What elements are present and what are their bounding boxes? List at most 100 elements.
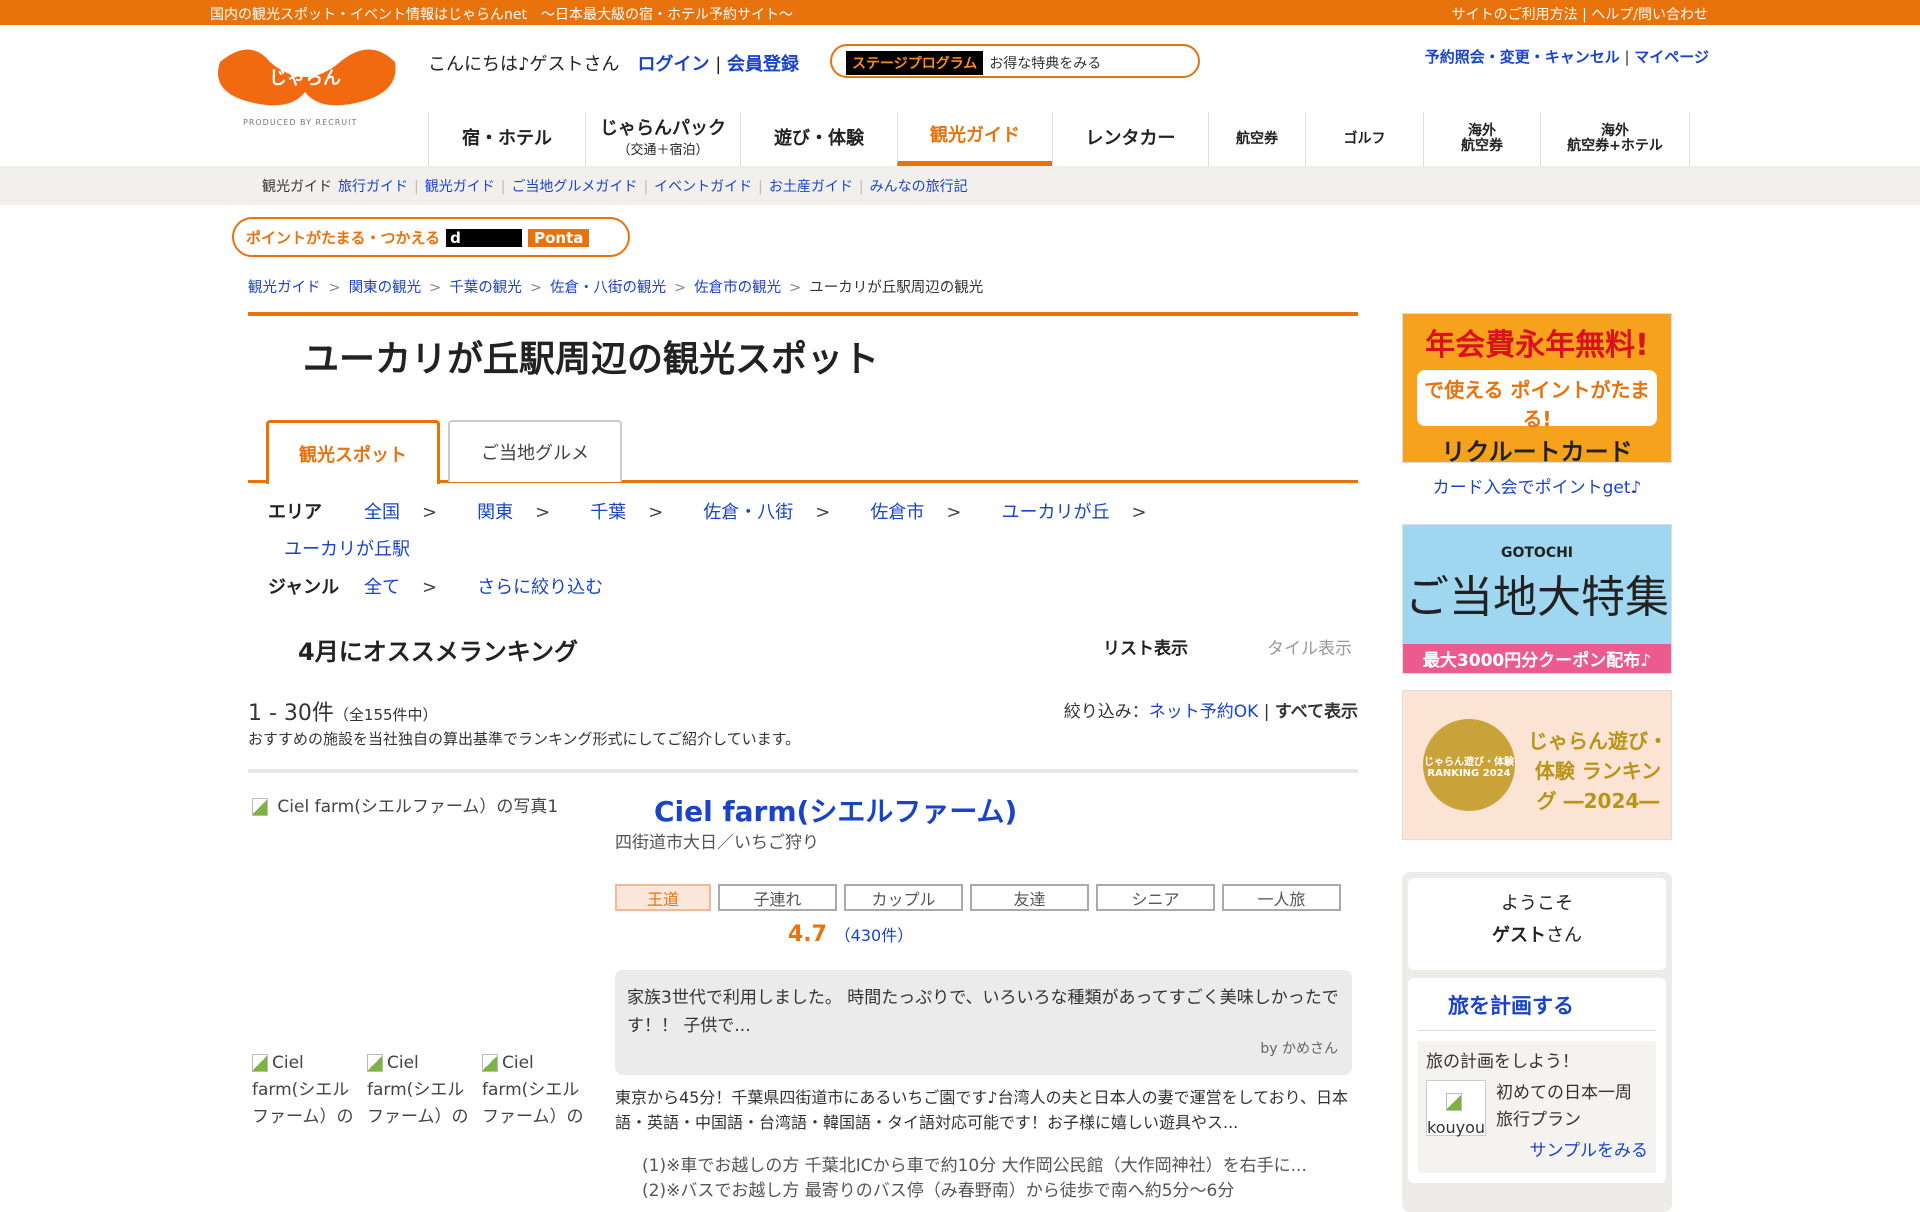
plan-item-link[interactable]: 初めての日本一周旅行プラン bbox=[1496, 1080, 1648, 1136]
subnav-current: 観光ガイド bbox=[262, 179, 332, 195]
thumbnail[interactable]: Ciel farm(シエルファーム）の bbox=[252, 1050, 362, 1131]
subnav-link[interactable]: 観光ガイド bbox=[425, 179, 495, 195]
breadcrumb-separator: > bbox=[673, 280, 687, 296]
area-link[interactable]: ユーカリが丘 bbox=[1001, 502, 1109, 523]
breadcrumb: 観光ガイド > 関東の観光 > 千葉の観光 > 佐倉・八街の観光 > 佐倉市の観光 > ユーカリが丘… bbox=[248, 276, 983, 297]
recruit-card-banner[interactable]: 年会費永年無料! で使える ポイントがたまる! リクルートカード bbox=[1402, 313, 1672, 463]
audience-tag[interactable]: カップル bbox=[844, 884, 963, 911]
broken-image-icon bbox=[367, 1054, 383, 1072]
area-link-station[interactable]: ユーカリが丘駅 bbox=[284, 539, 410, 560]
nav-label: 海外 航空券+ホテル bbox=[1567, 123, 1663, 154]
list-view-toggle[interactable]: リスト表示 bbox=[1103, 634, 1188, 659]
audience-tag[interactable]: 友達 bbox=[970, 884, 1089, 911]
tagline: 国内の観光スポット・イベント情報はじゃらんnet ～日本最大級の宿・ホテル予約サ… bbox=[210, 7, 793, 23]
subnav-link[interactable]: イベントガイド bbox=[654, 179, 752, 195]
breadcrumb-link[interactable]: 佐倉・八街の観光 bbox=[550, 280, 666, 296]
review-box: 家族3世代で利用しました。 時間たっぷりで、いろいろな種類があってすごく美味しか… bbox=[615, 970, 1352, 1075]
subnav-link[interactable]: ご当地グルメガイド bbox=[511, 179, 637, 195]
spot-title-link[interactable]: Ciel farm(シエルファーム) bbox=[654, 790, 1017, 830]
help-links[interactable]: サイトのご利用方法 | ヘルプ/問い合わせ bbox=[1452, 4, 1708, 24]
plan-image[interactable]: kouyou bbox=[1426, 1080, 1487, 1137]
breadcrumb-link[interactable]: 観光ガイド bbox=[248, 280, 321, 296]
b2-foot: 最大3000円分クーポン配布♪ bbox=[1403, 644, 1671, 673]
jalan-logo[interactable]: じゃらん bbox=[210, 42, 400, 112]
area-link[interactable]: 関東 bbox=[477, 502, 513, 523]
nav-label: ゴルフ bbox=[1343, 130, 1386, 147]
nav-label: レンタカー bbox=[1085, 127, 1176, 149]
filter-net-link[interactable]: ネット予約OK bbox=[1149, 702, 1259, 722]
broken-image-icon bbox=[1446, 1092, 1463, 1111]
nav-item[interactable]: 宿・ホテル bbox=[428, 112, 585, 166]
area-link[interactable]: 千葉 bbox=[590, 502, 626, 523]
broken-image-icon bbox=[252, 798, 268, 816]
audience-tag[interactable]: 一人旅 bbox=[1222, 884, 1341, 911]
genre-all-link[interactable]: 全て bbox=[364, 577, 400, 598]
stage-program-button[interactable]: ステージプログラム お得な特典をみる bbox=[830, 44, 1200, 78]
spot-location: 四街道市大日／いちご狩り bbox=[615, 833, 819, 853]
breadcrumb-link[interactable]: 佐倉市の観光 bbox=[694, 280, 781, 296]
card-link[interactable]: カード入会でポイントget♪ bbox=[1402, 473, 1672, 498]
b3-text: じゃらん遊び・体験 ランキング ―2024― bbox=[1528, 729, 1668, 813]
genre-filter: ジャンル 全て > さらに絞り込む bbox=[268, 573, 625, 599]
audience-tag[interactable]: 子連れ bbox=[718, 884, 837, 911]
tab-sightseeing[interactable]: 観光スポット bbox=[266, 420, 440, 484]
gotochi-banner[interactable]: GOTOCHI ご当地大特集 最大3000円分クーポン配布♪ bbox=[1402, 524, 1672, 674]
reservation-link[interactable]: 予約照会・変更・キャンセル bbox=[1425, 48, 1620, 66]
nav-item[interactable]: レンタカー bbox=[1052, 112, 1208, 166]
subnav-link[interactable]: 旅行ガイド bbox=[338, 179, 408, 195]
greeting-text: こんにちは♪ゲストさん bbox=[428, 54, 620, 75]
register-link[interactable]: 会員登録 bbox=[727, 54, 799, 75]
tab-local-gourmet[interactable]: ご当地グルメ bbox=[448, 420, 622, 482]
access-line: (2)※バスでお越し方 最寄りのバス停（み春野南）から徒歩で南へ約5分～6分 bbox=[642, 1181, 1235, 1201]
tile-view-toggle[interactable]: タイル表示 bbox=[1267, 634, 1352, 659]
tab-bar: 観光スポット ご当地グルメ bbox=[248, 420, 1358, 484]
audience-tag[interactable]: 王道 bbox=[615, 884, 711, 911]
photo-alt: Ciel farm(シエルファーム）の写真1 bbox=[277, 797, 559, 817]
plan-img-alt: kouyou bbox=[1427, 1118, 1486, 1137]
subnav-link[interactable]: みんなの旅行記 bbox=[870, 179, 968, 195]
points-banner[interactable]: ポイントがたまる・つかえる d Ponta bbox=[232, 217, 630, 257]
nav-item[interactable]: 海外 航空券+ホテル bbox=[1540, 112, 1690, 166]
mypage-link[interactable]: マイページ bbox=[1634, 48, 1709, 66]
main-photo[interactable]: Ciel farm(シエルファーム）の写真1 bbox=[252, 792, 558, 817]
area-link[interactable]: 佐倉・八街 bbox=[703, 502, 793, 523]
b1-head: 年会費永年無料! bbox=[1425, 328, 1649, 363]
spot-description: 東京から45分！千葉県四街道市にあるいちご園です♪台湾人の夫と日本人の妻で運営を… bbox=[615, 1088, 1348, 1132]
thumbnail[interactable]: Ciel farm(シエルファーム）の bbox=[367, 1050, 477, 1131]
plan-title[interactable]: 旅を計画する bbox=[1418, 988, 1656, 1031]
breadcrumb-link[interactable]: 関東の観光 bbox=[349, 280, 422, 296]
breadcrumb-link[interactable]: 千葉の観光 bbox=[449, 280, 522, 296]
nav-item[interactable]: 海外 航空券 bbox=[1423, 112, 1540, 166]
nav-item[interactable]: 観光ガイド bbox=[897, 112, 1052, 166]
access-info: (1)※車でお越しの方 千葉北ICから車で約10分 大作岡公民館（大作岡神社）を… bbox=[642, 1154, 1362, 1204]
review-count-link[interactable]: （430件） bbox=[835, 926, 914, 945]
genre-more-link[interactable]: さらに絞り込む bbox=[477, 577, 603, 598]
nav-label: 宿・ホテル bbox=[462, 127, 552, 149]
guest-name: ゲスト bbox=[1492, 925, 1546, 946]
breadcrumb-current: ユーカリが丘駅周辺の観光 bbox=[809, 280, 984, 296]
audience-tag[interactable]: シニア bbox=[1096, 884, 1215, 911]
welcome-box: ようこそ ゲストさん bbox=[1408, 878, 1666, 970]
nav-item[interactable]: ゴルフ bbox=[1305, 112, 1423, 166]
area-separator: > bbox=[946, 502, 962, 523]
svg-text:じゃらん: じゃらん bbox=[269, 68, 341, 89]
sample-link[interactable]: サンプルをみる bbox=[1426, 1138, 1649, 1165]
nav-item[interactable]: 航空券 bbox=[1208, 112, 1305, 166]
filter-all[interactable]: すべて表示 bbox=[1275, 702, 1358, 722]
breadcrumb-separator: > bbox=[529, 280, 542, 296]
login-link[interactable]: ログイン bbox=[638, 54, 710, 75]
sub-nav: 観光ガイド 旅行ガイド | 観光ガイド | ご当地グルメガイド | イベントガイド | お土産ガイ… bbox=[0, 166, 1920, 205]
area-link[interactable]: 佐倉市 bbox=[870, 502, 924, 523]
review-text: 家族3世代で利用しました。 時間たっぷりで、いろいろな種類があってすごく美味しか… bbox=[627, 988, 1339, 1036]
orange-divider bbox=[248, 312, 1358, 316]
result-count: 1 - 30件（全155件中） bbox=[248, 695, 438, 727]
area-link[interactable]: 全国 bbox=[364, 502, 400, 523]
nav-item[interactable]: じゃらんパック （交通＋宿泊） bbox=[585, 112, 740, 166]
user-panel: ようこそ ゲストさん 旅を計画する 旅の計画をしよう！ kouyou 初めての日本一… bbox=[1402, 872, 1672, 1212]
nav-item[interactable]: 遊び・体験 bbox=[740, 112, 897, 166]
d-point-logo: d bbox=[446, 229, 523, 247]
ranking-2024-banner[interactable]: じゃらん遊び・体験 RANKING 2024 じゃらん遊び・体験 ランキング ―2… bbox=[1402, 690, 1672, 840]
subnav-link[interactable]: お土産ガイド bbox=[769, 179, 853, 195]
thumbnail[interactable]: Ciel farm(シエルファーム）の bbox=[482, 1050, 592, 1131]
points-label: ポイントがたまる・つかえる bbox=[246, 229, 441, 247]
